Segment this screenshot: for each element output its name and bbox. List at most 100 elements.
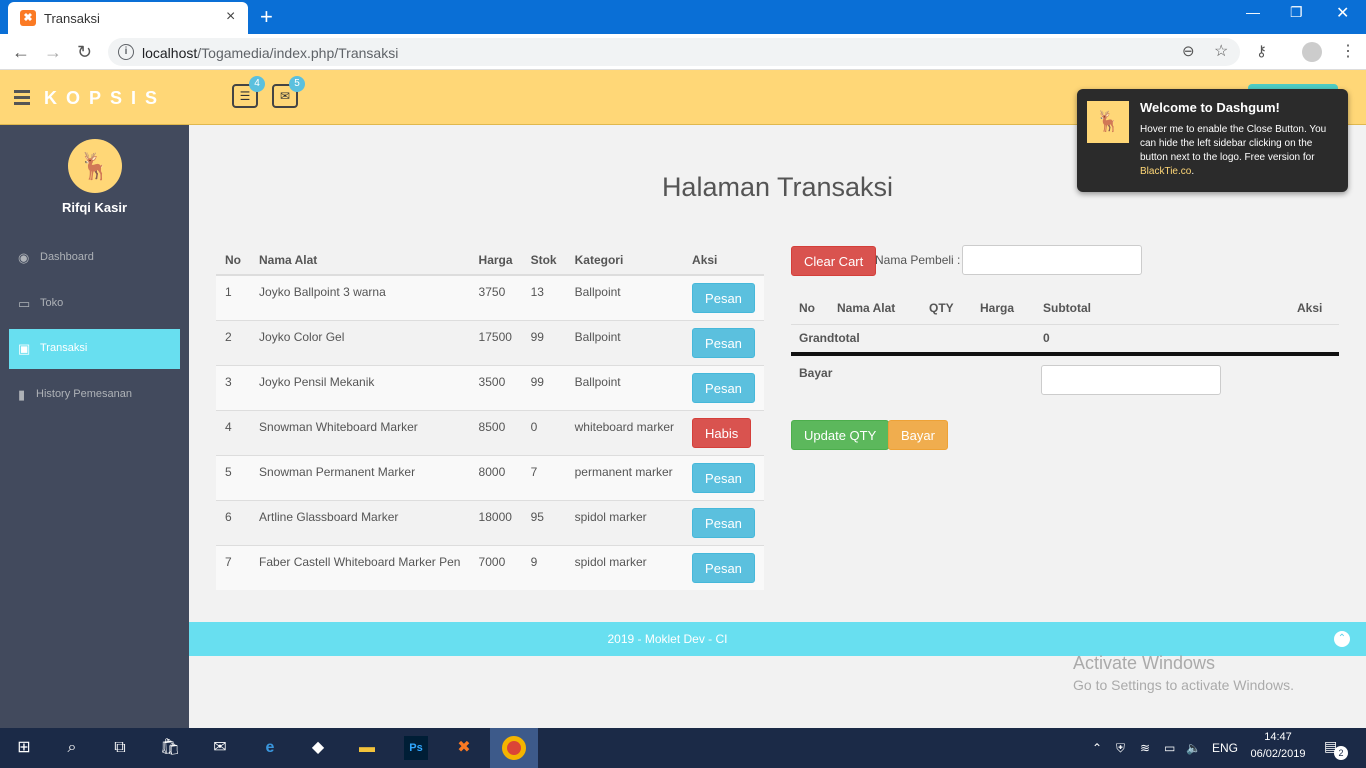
sidebar-item-label: Toko [40,297,64,309]
star-icon[interactable]: ☆ [1214,41,1228,61]
table-row: 3 Joyko Pensil Mekanik 3500 99 Ballpoint… [216,364,764,410]
close-tab-icon[interactable]: × [226,8,235,26]
info-icon[interactable]: i [118,44,134,60]
sidebar-item-transaksi[interactable]: ▣ Transaksi [9,329,180,369]
sidebar-item-toko[interactable]: ▭ Toko [9,284,180,324]
security-icon[interactable]: ⛨ [1116,741,1125,756]
cell-kategori: Ballpoint [565,319,684,365]
sidebar-item-dashboard[interactable]: ◉ Dashboard [9,238,180,278]
pesan-button[interactable]: Pesan [692,507,755,538]
buyer-name-input[interactable] [962,245,1142,275]
app-logo: KOPSIS [44,88,167,108]
activate-windows-title: Activate Windows [1073,653,1216,673]
col-header: Kategori [565,245,684,276]
clock[interactable]: 14:47 06/02/2019 [1250,731,1306,760]
cell-kategori: Ballpoint [565,274,684,320]
cell-no: 7 [216,544,251,590]
photoshop-icon[interactable]: Ps [404,736,428,760]
windows-start-icon[interactable]: ⊞ [12,736,36,760]
pesan-button[interactable]: Pesan [692,327,755,358]
file-explorer-icon[interactable]: ▬ [355,736,379,760]
cell-kategori: Ballpoint [565,364,684,410]
col-header: No [216,245,251,276]
mail-app-icon[interactable]: ✉ [208,736,232,760]
battery-icon[interactable]: ▭ [1164,741,1175,755]
clock-time: 14:47 [1264,731,1292,743]
xampp-icon[interactable]: ✖ [452,736,476,760]
zoom-icon[interactable]: ⊖ [1182,42,1195,60]
clock-date: 06/02/2019 [1250,748,1306,760]
update-qty-button[interactable]: Update QTY [791,420,890,450]
chrome-icon [502,736,526,760]
cell-harga: 18000 [469,499,522,545]
habis-button[interactable]: Habis [692,417,752,448]
monitor-icon: ▭ [18,296,31,311]
grandtotal-row: Grandtotal 0 [791,324,1339,354]
money-icon: ▣ [18,341,31,356]
pesan-button[interactable]: Pesan [692,552,755,583]
cell-kategori: permanent marker [565,454,684,500]
pesan-button[interactable]: Pesan [692,462,755,493]
activate-windows-subtitle: Go to Settings to activate Windows. [1073,677,1294,693]
reload-icon[interactable]: ↻ [77,42,92,63]
forward-icon[interactable]: → [44,42,62,63]
cell-stok: 0 [521,409,566,455]
cell-stok: 7 [521,454,566,500]
restore-icon[interactable]: ❐ [1290,4,1303,21]
volume-icon[interactable]: 🔈 [1186,741,1201,755]
url-text[interactable]: localhost/Togamedia/index.php/Transaksi [142,45,398,61]
col-header: Harga [980,300,1015,315]
sidebar-item-history[interactable]: ▮ History Pemesanan [9,375,180,415]
taskbar: ⊞ ⌕ ⧉ 🛍 ✉ e ◆ ▬ Ps ✖ ⌃ ⛨ ≋ ▭ 🔈 ENG 14:47… [0,728,1366,768]
browser-tab[interactable]: ✖ Transaksi × [8,2,248,34]
cell-harga: 3500 [469,364,522,410]
buyer-label: Nama Pembeli : [875,253,961,267]
clear-cart-button[interactable]: Clear Cart [791,246,877,276]
visual-studio-icon[interactable]: ◆ [306,736,330,760]
blacktie-link[interactable]: BlackTie.co [1140,166,1191,177]
edge-icon[interactable]: e [258,736,282,760]
sidebar-toggle-icon[interactable] [14,90,30,105]
tab-title: Transaksi [44,11,100,26]
new-tab-icon[interactable]: + [260,4,273,30]
language-indicator[interactable]: ENG [1212,741,1238,755]
table-header-row: No Nama Alat QTY Harga Subtotal Aksi [791,292,1339,324]
bayar-input[interactable] [1041,365,1221,395]
cell-harga: 8500 [469,409,522,455]
minimize-icon[interactable]: — [1246,4,1260,20]
browser-tabbar: ✖ Transaksi × + — ❐ ✕ [0,0,1366,34]
mail-badge: 5 [289,76,305,92]
pesan-button[interactable]: Pesan [692,283,755,313]
cell-harga: 17500 [469,319,522,365]
menu-dots-icon[interactable]: ⋮ [1340,41,1356,61]
sidebar-item-label: History Pemesanan [36,388,132,400]
task-view-icon[interactable]: ⧉ [108,736,132,760]
cell-harga: 8000 [469,454,522,500]
col-header: No [799,300,815,315]
pesan-button[interactable]: Pesan [692,372,755,403]
avatar: 🦌 [68,139,122,193]
profile-icon[interactable] [1302,42,1322,62]
store-icon[interactable]: 🛍 [158,736,182,760]
close-window-icon[interactable]: ✕ [1336,3,1349,23]
col-header: Subtotal [1043,300,1091,315]
cell-kategori: spidol marker [565,544,684,590]
tray-up-icon[interactable]: ⌃ [1092,741,1102,755]
network-icon[interactable]: ≋ [1140,741,1150,755]
cell-stok: 99 [521,364,566,410]
cell-stok: 95 [521,499,566,545]
omnibox[interactable]: i localhost/Togamedia/index.php/Transaks… [108,38,1240,66]
go-top-icon[interactable]: ⌃ [1334,631,1350,647]
chrome-taskbar-item[interactable] [490,728,538,768]
back-icon[interactable]: ← [12,42,30,63]
bayar-button[interactable]: Bayar [888,420,948,450]
dashboard-icon: ◉ [18,250,30,265]
footer: 2019 - Moklet Dev - CI ⌃ [189,622,1366,656]
cell-harga: 3750 [469,274,522,320]
bookmark-icon: ▮ [18,387,26,402]
key-icon[interactable]: ⚷ [1256,42,1267,60]
col-header: Aksi [1297,300,1323,315]
products-table: No Nama Alat Harga Stok Kategori Aksi 1 … [216,245,764,590]
welcome-toast[interactable]: 🦌 Welcome to Dashgum! Hover me to enable… [1077,89,1348,192]
search-icon[interactable]: ⌕ [60,736,84,760]
